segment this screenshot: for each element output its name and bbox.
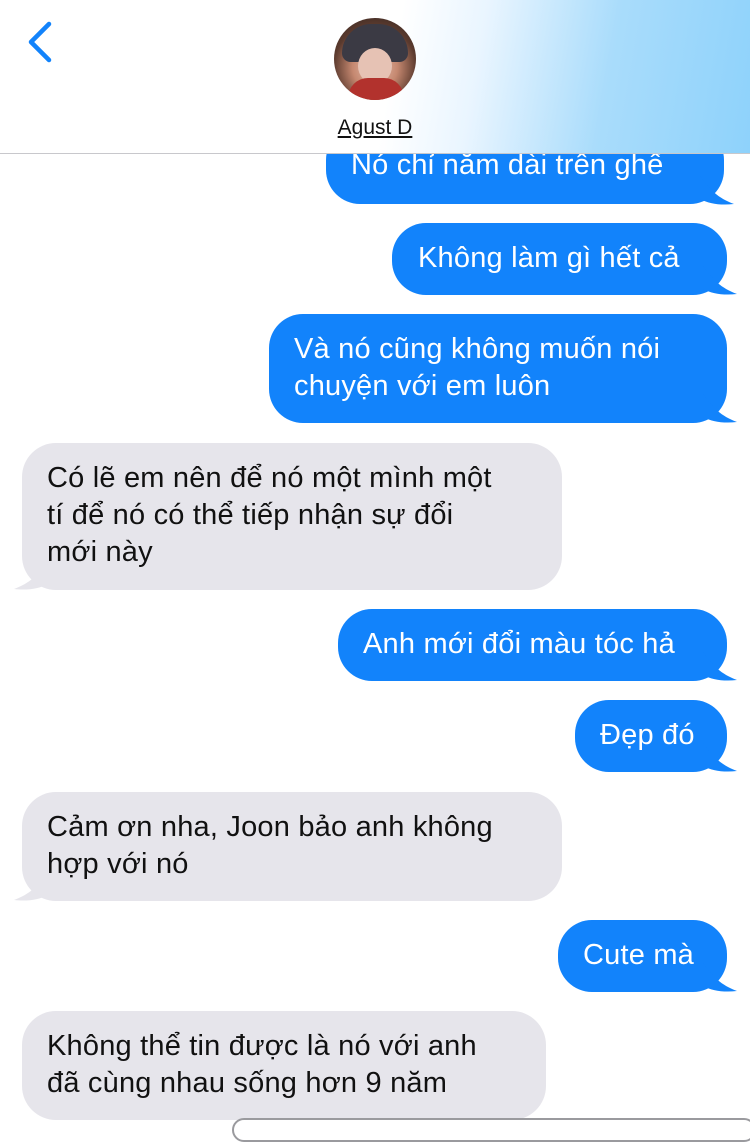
bubble-tail [703,652,737,681]
message-bubble-sent[interactable]: Anh mới đổi màu tóc hả [338,609,727,681]
message-input-edge[interactable] [232,1118,750,1142]
bubble-tail [14,872,48,901]
bubble-tail [700,176,734,205]
bubble-tail [703,963,737,992]
message-bubble-sent[interactable]: Cute mà [558,920,727,992]
message-text: Cute mà [583,939,694,971]
message-text: Cảm ơn nha, Joon bảo anh không hợp với n… [47,811,493,880]
bubble-tail [703,266,737,295]
message-thread: Nó chỉ nằm dài trên ghế Không làm gì hết… [0,0,750,1142]
message-bubble-received[interactable]: Cảm ơn nha, Joon bảo anh không hợp với n… [22,792,562,901]
message-bubble-sent[interactable]: Và nó cũng không muốn nói chuyện với em … [269,314,727,423]
avatar[interactable] [334,18,416,100]
back-button[interactable] [22,20,62,66]
message-text: Đẹp đó [600,719,695,751]
contact-name[interactable]: Agust D [0,116,750,140]
avatar-scarf [348,78,404,100]
message-text: Không thể tin được là nó với anh đã cùng… [47,1030,477,1099]
conversation-header: Agust D [0,0,750,154]
message-text: Không làm gì hết cả [418,242,680,274]
message-text: Và nó cũng không muốn nói chuyện với em … [294,333,661,402]
bubble-tail [703,394,737,423]
message-bubble-received[interactable]: Có lẽ em nên để nó một mình một tí để nó… [22,443,562,590]
message-bubble-sent[interactable]: Không làm gì hết cả [392,223,727,295]
message-text: Có lẽ em nên để nó một mình một tí để nó… [47,462,492,568]
message-bubble-received[interactable]: Không thể tin được là nó với anh đã cùng… [22,1011,546,1120]
message-text: Anh mới đổi màu tóc hả [363,628,675,660]
bubble-tail [703,743,737,772]
chevron-left-icon [28,21,52,63]
bubble-tail [14,561,48,590]
